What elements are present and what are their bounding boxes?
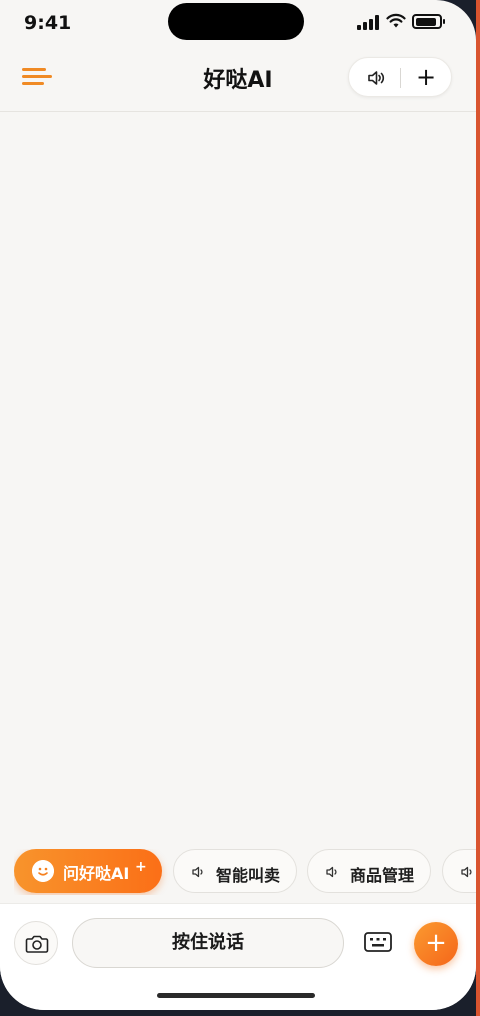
speaker-icon: [192, 866, 203, 878]
status-time: 9:41: [24, 12, 72, 34]
ask-ai-label: 问好哒AI: [63, 864, 130, 883]
product-management-chip[interactable]: 商品管理: [307, 849, 431, 893]
wifi-icon: [386, 13, 406, 28]
speaker-icon: [461, 866, 472, 878]
camera-button[interactable]: [14, 921, 58, 965]
add-button[interactable]: +: [414, 922, 458, 966]
more-chip[interactable]: [442, 849, 476, 893]
smile-icon: [32, 860, 54, 882]
speaker-icon: [326, 866, 337, 878]
hold-to-talk-button[interactable]: 按住说话: [72, 918, 344, 968]
window-edge: [476, 0, 480, 1016]
smart-hawking-label: 智能叫卖: [216, 866, 281, 885]
signal-icon: [357, 15, 379, 30]
ask-ai-button[interactable]: 问好哒AI +: [14, 849, 162, 893]
battery-icon: [412, 14, 445, 29]
chat-area[interactable]: [0, 113, 476, 843]
input-bar: 按住说话 +: [0, 903, 476, 1010]
keyboard-icon[interactable]: [363, 930, 393, 954]
app-header: 好哒AI +: [0, 46, 476, 112]
header-actions: +: [348, 57, 452, 97]
ask-ai-plus: +: [135, 859, 147, 875]
new-chat-button[interactable]: +: [411, 62, 441, 92]
status-bar: 9:41: [0, 0, 476, 46]
dynamic-island: [168, 3, 304, 40]
smart-hawking-chip[interactable]: 智能叫卖: [173, 849, 297, 893]
camera-icon: [25, 935, 49, 953]
battery-level: [415, 17, 437, 26]
pill-divider: [400, 68, 401, 88]
speaker-icon[interactable]: [365, 67, 387, 89]
quick-actions: 问好哒AI + 智能叫卖 商品管理: [14, 849, 476, 895]
home-indicator: [157, 993, 315, 998]
product-management-label: 商品管理: [350, 866, 415, 885]
phone-screen: 9:41 好哒AI + 问好哒AI + 智能叫卖 商品管理 按住说话 +: [0, 0, 476, 1010]
